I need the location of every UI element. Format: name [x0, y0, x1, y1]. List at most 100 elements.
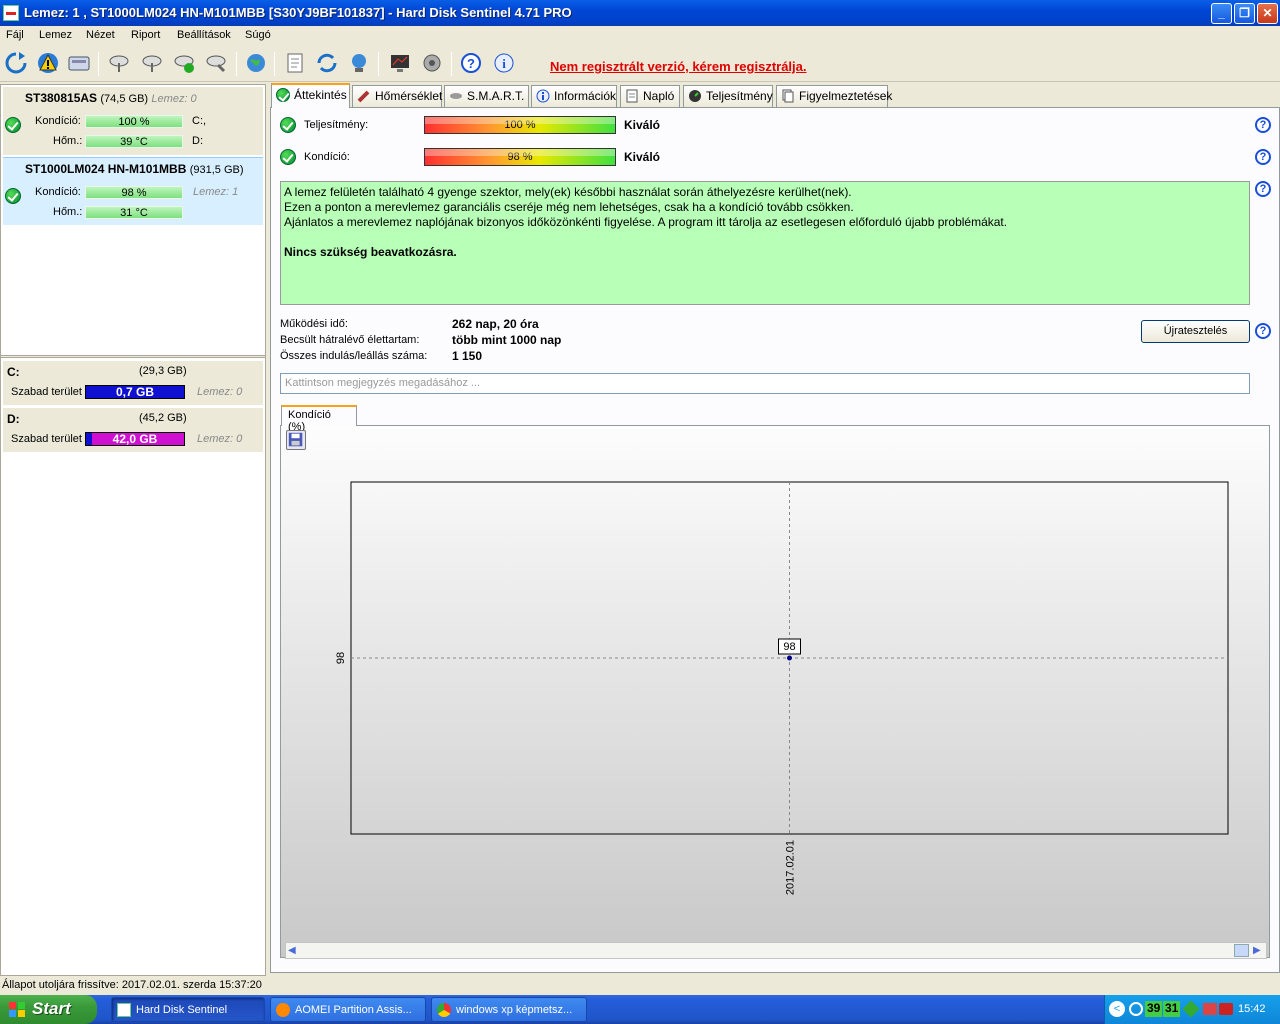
tray-clock-icon[interactable] [1129, 1002, 1143, 1016]
title-bar[interactable]: Lemez: 1 , ST1000LM024 HN-M101MBB [S30YJ… [0, 0, 1280, 26]
disk-title: ST380815AS (74,5 GB) Lemez: 0 [25, 91, 197, 105]
menu-settings[interactable]: Beállítások [177, 29, 231, 41]
performance-label: Teljesítmény: [304, 119, 369, 131]
menu-file[interactable]: Fájl [6, 29, 24, 41]
help-icon[interactable]: ? [1255, 149, 1271, 165]
chart-tab-condition[interactable]: Kondíció (%) [281, 405, 357, 433]
scroll-right-icon[interactable]: ▶ [1253, 944, 1266, 957]
help-icon[interactable]: ? [1255, 323, 1271, 339]
drive-item-c[interactable]: C: (29,3 GB) Szabad terület 0,7 GB Lemez… [3, 361, 263, 405]
disk-icon[interactable] [66, 50, 92, 76]
window-title: Lemez: 1 , ST1000LM024 HN-M101MBB [S30YJ… [24, 5, 572, 20]
report-icon[interactable] [282, 50, 308, 76]
tray-temp-1[interactable]: 39 [1145, 1001, 1163, 1017]
uptime-value: 262 nap, 20 óra [452, 317, 539, 331]
network-icon[interactable] [346, 50, 372, 76]
disk-test-icon[interactable] [106, 50, 132, 76]
starts-value: 1 150 [452, 349, 483, 363]
tab-temperature[interactable]: Hőmérséklet [352, 85, 442, 107]
scroll-left-icon[interactable]: ◀ [288, 944, 301, 957]
drive-item-d[interactable]: D: (45,2 GB) Szabad terület 42,0 GB Leme… [3, 408, 263, 452]
menu-report[interactable]: Riport [131, 29, 160, 41]
tab-performance[interactable]: Teljesítmény [683, 85, 773, 107]
tray-expand-icon[interactable]: < [1109, 1001, 1125, 1017]
refresh-icon[interactable] [3, 50, 29, 76]
help-icon[interactable]: ? [1255, 181, 1271, 197]
info-icon[interactable]: i [491, 50, 517, 76]
taskbar: Start Hard Disk Sentinel AOMEI Partition… [0, 995, 1280, 1024]
disk-list-panel: ST380815AS (74,5 GB) Lemez: 0 Kondíció: … [0, 84, 266, 976]
help-icon[interactable]: ? [458, 50, 484, 76]
message-line: Ezen a ponton a merevlemez garanciális c… [284, 200, 854, 214]
disk-item-0[interactable]: ST380815AS (74,5 GB) Lemez: 0 Kondíció: … [3, 87, 263, 155]
tab-alerts[interactable]: Figyelmeztetések [776, 85, 892, 107]
free-space-label: Szabad terület [11, 433, 82, 445]
x-tick-label: 2017.02.01 [785, 840, 797, 895]
tray-temp-2[interactable]: 31 [1163, 1001, 1181, 1017]
retest-button[interactable]: Újratesztelés [1141, 320, 1250, 343]
condition-label: Kondíció: [35, 115, 81, 127]
condition-label: Kondíció: [35, 186, 81, 198]
disk-surface-icon[interactable] [139, 50, 165, 76]
condition-rating: Kiváló [624, 150, 661, 164]
sound-icon[interactable] [419, 50, 445, 76]
condition-chart: 98 2017.02.01 98 [335, 481, 1229, 895]
taskbar-item-chrome[interactable]: windows xp képmetsz... [431, 997, 587, 1022]
ok-check-icon [5, 188, 21, 204]
performance-rating: Kiváló [624, 118, 661, 132]
app-icon [3, 5, 19, 21]
minimize-button[interactable]: _ [1211, 3, 1232, 24]
point-label: 98 [783, 641, 795, 653]
menu-bar: Fájl Lemez Nézet Riport Beállítások Súgó [0, 26, 1280, 46]
menu-help[interactable]: Súgó [245, 29, 271, 41]
condition-bar: 100 % [85, 115, 183, 128]
horizontal-scrollbar[interactable]: ◀ ▶ [285, 942, 1267, 959]
status-message-box: A lemez felületén található 4 gyenge sze… [280, 181, 1250, 305]
tab-information[interactable]: Információk [531, 85, 617, 107]
drive-letter: D: [192, 135, 203, 147]
globe-icon[interactable] [243, 50, 269, 76]
disk-tools-icon[interactable] [203, 50, 229, 76]
condition-bar: 98 % [424, 148, 616, 166]
tab-overview[interactable]: Áttekintés [271, 83, 350, 108]
close-button[interactable]: ✕ [1257, 3, 1278, 24]
starts-label: Összes indulás/leállás száma: [280, 350, 428, 362]
lifetime-value: több mint 1000 nap [452, 333, 562, 347]
temp-label: Hőm.: [53, 206, 83, 218]
disk-title: ST1000LM024 HN-M101MBB (931,5 GB) [25, 162, 244, 176]
menu-disk[interactable]: Lemez [39, 29, 72, 41]
help-icon[interactable]: ? [1255, 117, 1271, 133]
message-conclusion: Nincs szükség beavatkozásra. [284, 245, 457, 259]
y-tick-label: 98 [335, 652, 347, 664]
condition-bar: 98 % [85, 186, 183, 199]
registration-warning-link[interactable]: Nem regisztrált verzió, kérem regisztrál… [550, 59, 807, 74]
disk-ok-icon[interactable] [171, 50, 197, 76]
tray-aomei-icon[interactable] [1203, 1003, 1217, 1015]
message-line: A lemez felületén található 4 gyenge sze… [284, 185, 852, 199]
disk-item-1[interactable]: ST1000LM024 HN-M101MBB (931,5 GB) Kondíc… [3, 157, 263, 225]
scroll-thumb[interactable] [1234, 944, 1249, 957]
clock: 15:42 [1238, 1003, 1266, 1015]
drive-size: (45,2 GB) [139, 412, 187, 424]
note-input[interactable]: Kattintson megjegyzés megadásához ... [280, 373, 1250, 394]
tray-alert-icon[interactable] [1219, 1003, 1233, 1015]
sync-icon[interactable] [314, 50, 340, 76]
tab-smart[interactable]: S.M.A.R.T. [444, 85, 529, 107]
monitor-icon[interactable] [387, 50, 413, 76]
restore-button[interactable]: ❐ [1234, 3, 1255, 24]
warning-icon[interactable] [35, 50, 61, 76]
performance-ok-icon [280, 117, 296, 133]
taskbar-item-aomei[interactable]: AOMEI Partition Assis... [270, 997, 426, 1022]
taskbar-item-hds[interactable]: Hard Disk Sentinel [111, 997, 265, 1022]
drive-size: (29,3 GB) [139, 365, 187, 377]
drive-letter: C: [7, 365, 20, 379]
ok-check-icon [5, 117, 21, 133]
temp-label: Hőm.: [53, 135, 83, 147]
menu-view[interactable]: Nézet [86, 29, 115, 41]
tab-log[interactable]: Napló [620, 85, 680, 107]
temp-bar: 31 °C [85, 206, 183, 219]
disk-number: Lemez: 0 [197, 433, 243, 445]
free-space-label: Szabad terület [11, 386, 82, 398]
uptime-label: Működési idő: [280, 318, 348, 330]
tray-network-icon[interactable] [1182, 1000, 1200, 1018]
